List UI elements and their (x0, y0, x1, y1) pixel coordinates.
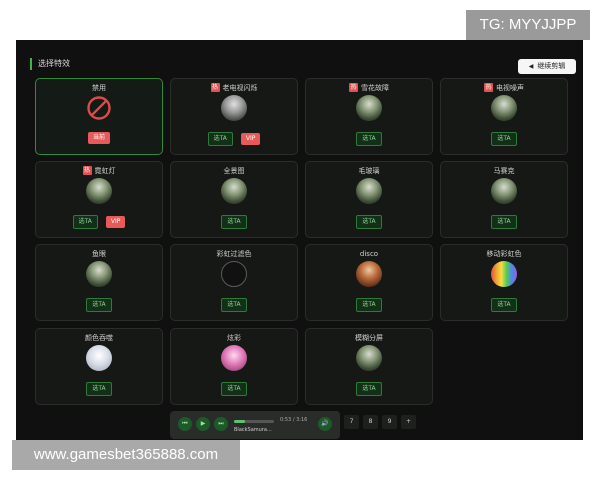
effect-thumbnail (221, 95, 247, 121)
vip-badge: VIP (240, 133, 261, 145)
effect-name: 电视噪声 (496, 84, 524, 92)
effect-card-rainbow-filter[interactable]: 彩虹过滤色 选TA (170, 244, 298, 321)
back-arrow-icon: ◀ (528, 63, 534, 70)
effect-thumbnail (221, 345, 247, 371)
effect-thumbnail (491, 178, 517, 204)
vip-badge: VIP (105, 216, 126, 228)
continue-edit-button[interactable]: ◀ 继续剪辑 (518, 59, 576, 74)
effect-name: 霓虹灯 (94, 167, 116, 175)
music-player: ⏮ ▶ ⏭ 0:53 / 3:16 BlackSamura... 🔊 (170, 411, 340, 439)
page-title: 选择特效 (30, 58, 70, 70)
pick-button[interactable]: 选TA (221, 382, 247, 396)
pick-button[interactable]: 选TA (491, 132, 517, 146)
playback-time: 0:53 / 3:16 (280, 417, 308, 423)
effect-thumbnail (356, 178, 382, 204)
effect-thumbnail (221, 261, 247, 287)
effect-card-old-tv[interactable]: 热老电视闪烁 选TA VIP (170, 78, 298, 155)
effects-panel: 选择特效 ◀ 继续剪辑 禁用 当前 热老电视闪烁 选TA VIP 热雪花故障 选TA… (16, 40, 583, 440)
effect-card-snow-glitch[interactable]: 热雪花故障 选TA (305, 78, 433, 155)
pick-button[interactable]: 选TA (356, 382, 382, 396)
page-button-8[interactable]: 8 (363, 415, 378, 429)
effect-card-panorama[interactable]: 全景图 选TA (170, 161, 298, 238)
effect-name: 老电视闪烁 (222, 84, 258, 92)
effect-card-tv-noise[interactable]: 热电视噪声 选TA (440, 78, 568, 155)
page-button-9[interactable]: 9 (382, 415, 397, 429)
effect-thumbnail (86, 345, 112, 371)
pagination: 7 8 9 + (340, 415, 416, 429)
previous-track-button[interactable]: ⏮ (178, 417, 192, 431)
pick-button[interactable]: 选TA (491, 298, 517, 312)
effect-card-frosted-glass[interactable]: 毛玻璃 选TA (305, 161, 433, 238)
effect-name: disco (359, 250, 379, 258)
page-button-7[interactable]: 7 (344, 415, 359, 429)
pick-button[interactable]: 选TA (221, 298, 247, 312)
pick-button[interactable]: 选TA (221, 215, 247, 229)
pick-button[interactable]: 选TA (356, 298, 382, 312)
pick-button[interactable]: 选TA (491, 215, 517, 229)
hot-badge: 热 (210, 83, 220, 92)
progress-bar[interactable] (234, 420, 274, 423)
page-add-button[interactable]: + (401, 415, 416, 429)
hot-badge: 热 (349, 83, 358, 92)
effect-name: 禁用 (92, 84, 106, 92)
effect-name: 毛玻璃 (358, 167, 380, 175)
ban-icon (87, 96, 111, 120)
effect-thumbnail (491, 95, 517, 121)
pick-button[interactable]: 选TA (86, 382, 112, 396)
track-title: BlackSamura... (234, 427, 272, 433)
effect-card-neon[interactable]: 热霓虹灯 选TA VIP (35, 161, 163, 238)
effect-thumbnail (221, 178, 247, 204)
effect-card-disable[interactable]: 禁用 当前 (35, 78, 163, 155)
effect-thumbnail (491, 261, 517, 287)
effect-card-mosaic[interactable]: 马赛克 选TA (440, 161, 568, 238)
play-button[interactable]: ▶ (196, 417, 210, 431)
watermark-tg: TG: MYYJJPP (466, 10, 590, 40)
effect-name: 颜色吞噬 (85, 334, 113, 342)
effect-name: 模糊分屏 (355, 334, 383, 342)
effect-name: 雪花故障 (361, 84, 389, 92)
effect-card-color-devour[interactable]: 颜色吞噬 选TA (35, 328, 163, 405)
hot-badge: 热 (82, 166, 92, 175)
effect-card-blur-split[interactable]: 模糊分屏 选TA (305, 328, 433, 405)
effect-card-dazzle[interactable]: 炫彩 选TA (170, 328, 298, 405)
effect-name: 移动彩虹色 (486, 250, 522, 258)
continue-edit-label: 继续剪辑 (537, 62, 566, 70)
current-badge: 当前 (87, 132, 110, 144)
effect-name: 彩虹过滤色 (216, 250, 252, 258)
progress-fill (234, 420, 245, 423)
pick-button[interactable]: 选TA (356, 215, 382, 229)
effect-card-disco[interactable]: disco 选TA (305, 244, 433, 321)
effect-name: 鱼眼 (92, 250, 106, 258)
pick-button[interactable]: 选TA (72, 215, 98, 229)
effect-thumbnail (356, 95, 382, 121)
pick-button[interactable]: 选TA (356, 132, 382, 146)
next-track-button[interactable]: ⏭ (214, 417, 228, 431)
effect-name: 马赛克 (493, 167, 515, 175)
watermark-site: www.gamesbet365888.com (12, 440, 240, 470)
volume-icon[interactable]: 🔊 (318, 417, 332, 431)
effect-name: 炫彩 (227, 334, 241, 342)
effect-thumbnail (356, 345, 382, 371)
pick-button[interactable]: 选TA (207, 132, 233, 146)
effect-thumbnail (86, 261, 112, 287)
effect-card-moving-rainbow[interactable]: 移动彩虹色 选TA (440, 244, 568, 321)
effect-name: 全景图 (223, 167, 245, 175)
effect-thumbnail (356, 261, 382, 287)
effect-card-fisheye[interactable]: 鱼眼 选TA (35, 244, 163, 321)
pick-button[interactable]: 选TA (86, 298, 112, 312)
hot-badge: 热 (484, 83, 493, 92)
effect-thumbnail (86, 178, 112, 204)
